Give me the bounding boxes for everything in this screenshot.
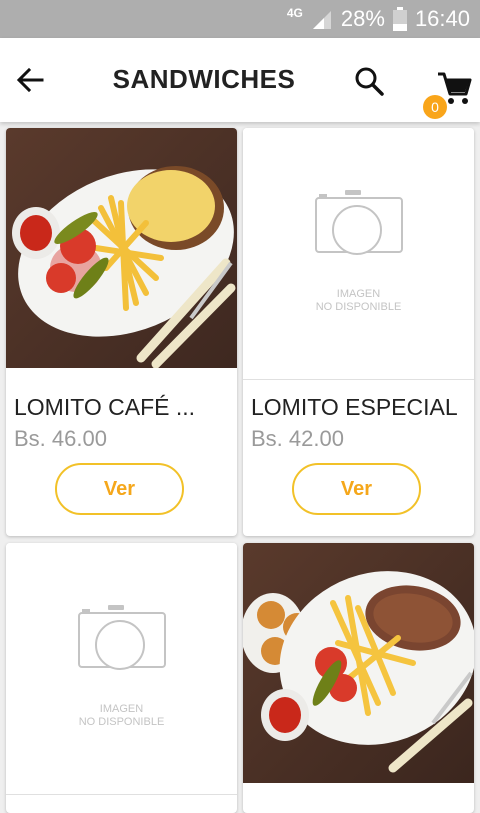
product-image <box>6 128 237 368</box>
signal-icon <box>312 11 331 29</box>
product-card[interactable]: IMAGEN NO DISPONIBLE LOMITO ESPECIAL Bs.… <box>243 128 474 536</box>
product-card[interactable]: LOMITO CAFÉ ... Bs. 46.00 Ver <box>6 128 237 536</box>
battery-icon <box>392 7 407 31</box>
product-card[interactable]: IMAGEN NO DISPONIBLE <box>6 543 237 813</box>
view-button[interactable]: Ver <box>55 463 184 515</box>
placeholder-text-line2: NO DISPONIBLE <box>78 716 165 728</box>
product-image <box>243 543 474 783</box>
app-bar: SANDWICHES 0 <box>0 38 480 122</box>
battery-percent: 28% <box>340 6 385 31</box>
clock: 16:40 <box>414 6 470 31</box>
placeholder-text-line1: IMAGEN <box>336 288 381 300</box>
product-name: LOMITO ESPECIAL <box>251 394 458 420</box>
placeholder-text-line1: IMAGEN <box>99 703 144 715</box>
camera-icon <box>78 605 166 670</box>
product-name: LOMITO CAFÉ ... <box>14 394 196 420</box>
search-icon[interactable] <box>353 65 385 97</box>
status-bar: 4G 28% 16:40 <box>0 0 480 38</box>
image-placeholder: IMAGEN NO DISPONIBLE <box>243 128 474 380</box>
cart-count-badge: 0 <box>423 95 447 119</box>
product-price: Bs. 46.00 <box>14 426 107 451</box>
placeholder-text-line2: NO DISPONIBLE <box>315 301 402 313</box>
product-card[interactable] <box>243 543 474 813</box>
camera-icon <box>315 190 403 255</box>
page-title: SANDWICHES <box>112 64 296 94</box>
product-price: Bs. 42.00 <box>251 426 344 451</box>
image-placeholder: IMAGEN NO DISPONIBLE <box>6 543 237 795</box>
network-type: 4G <box>286 6 303 20</box>
view-button[interactable]: Ver <box>292 463 421 515</box>
